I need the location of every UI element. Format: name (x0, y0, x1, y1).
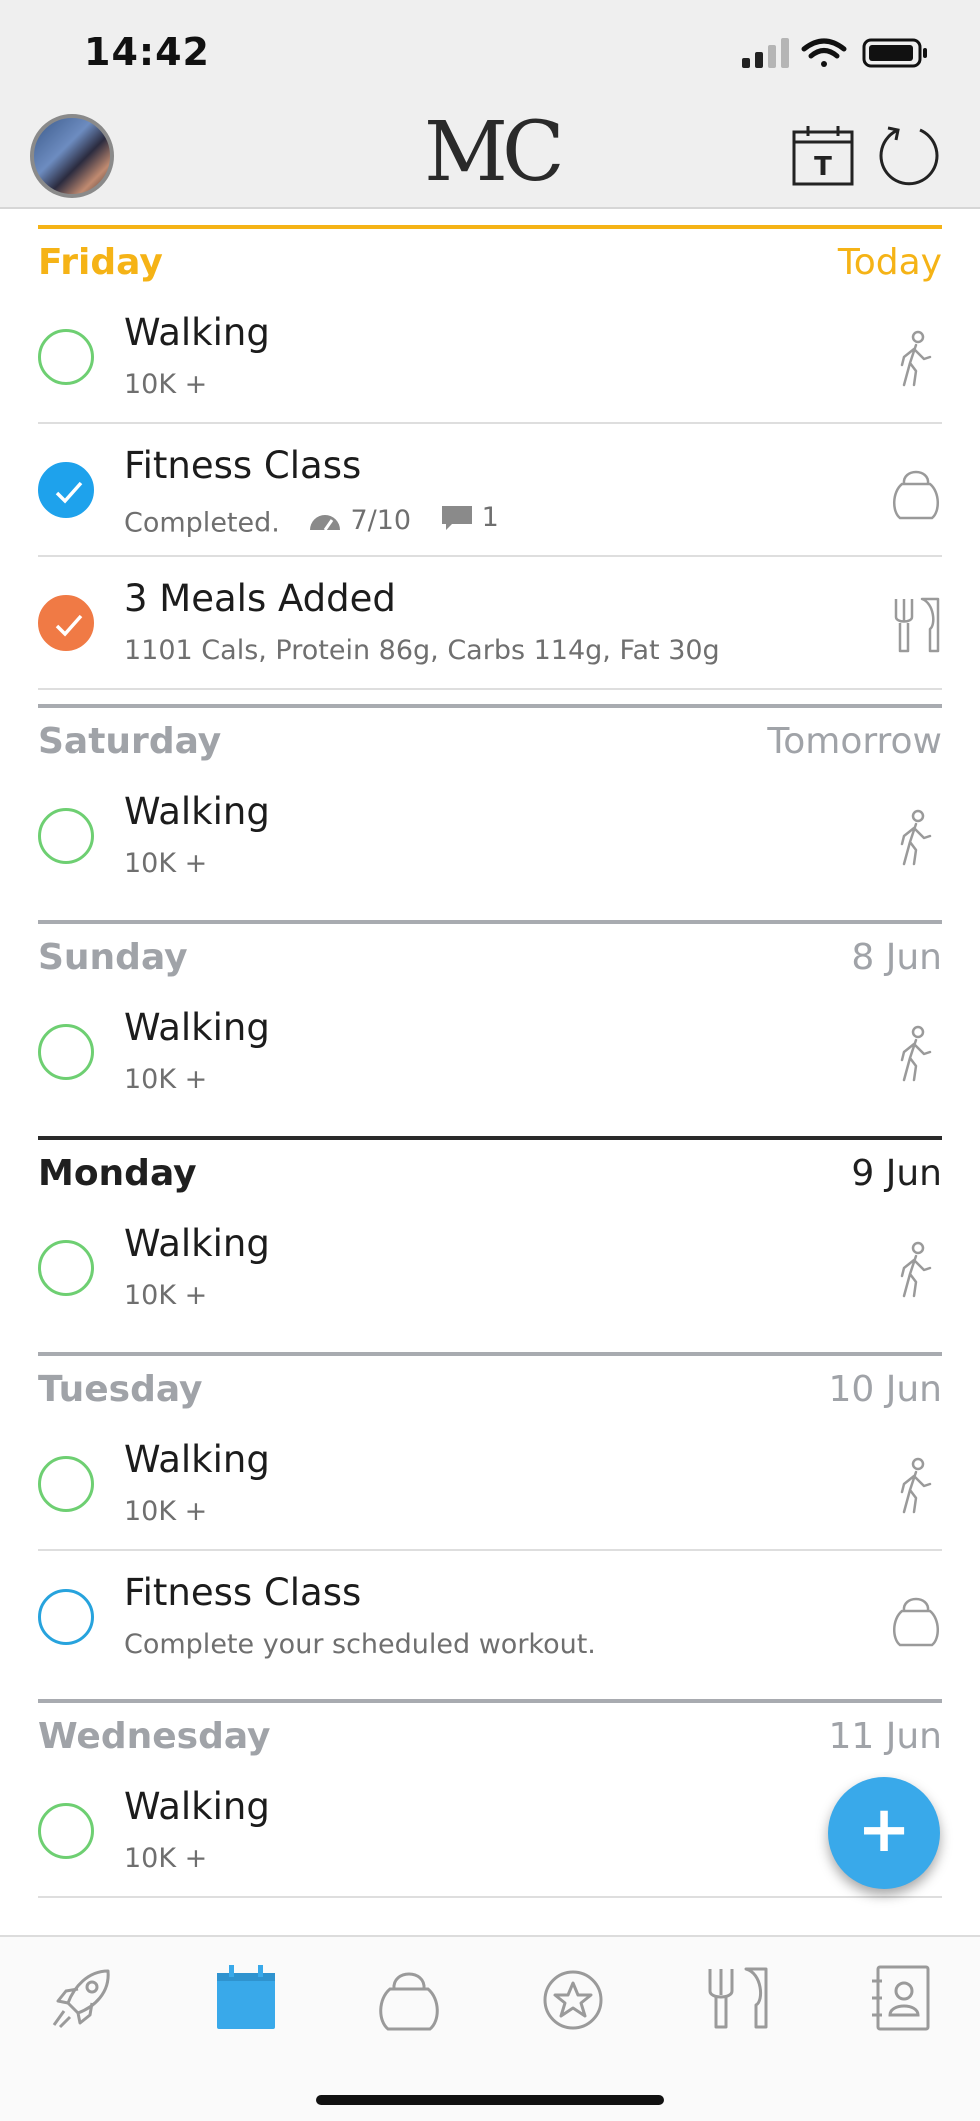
home-indicator[interactable] (316, 2095, 664, 2105)
item-title: 3 Meals Added (124, 577, 396, 620)
walking-icon (900, 809, 932, 866)
day-header: Sunday 8 Jun (38, 920, 942, 986)
incomplete-check-circle[interactable] (38, 1456, 94, 1512)
day-date: 10 Jun (828, 1368, 942, 1410)
item-subtitle: 10K + (124, 848, 208, 879)
checkmark-icon (55, 614, 83, 637)
item-title: Fitness Class (124, 444, 362, 487)
status-time: 14:42 (84, 30, 210, 74)
completion-status: Completed. (124, 507, 280, 539)
walking-icon (900, 330, 932, 387)
rocket-icon[interactable] (48, 1963, 118, 2033)
list-item-fitness-class[interactable]: Fitness Class Completed. 7/10 1 (38, 424, 942, 557)
day-date: 11 Jun (828, 1715, 942, 1757)
fork-knife-icon (894, 597, 940, 653)
item-subtitle: Complete your scheduled workout. (124, 1629, 596, 1660)
kettlebell-icon[interactable] (374, 1963, 444, 2033)
day-section-wednesday: Wednesday 11 Jun Walking 10K + (38, 1699, 942, 1898)
day-name: Sunday (38, 936, 188, 978)
list-item-walking[interactable]: Walking 10K + (38, 291, 942, 424)
item-title: Fitness Class (124, 1571, 362, 1614)
list-item-meals[interactable]: 3 Meals Added 1101 Cals, Protein 86g, Ca… (38, 557, 942, 690)
item-title: Walking (124, 1785, 270, 1828)
list-item-fitness-class[interactable]: Fitness Class Complete your scheduled wo… (38, 1551, 942, 1699)
effort-rating: 7/10 (308, 505, 411, 536)
today-calendar-button[interactable]: T (790, 122, 856, 188)
completed-check-circle[interactable] (38, 595, 94, 651)
completed-check-circle[interactable] (38, 462, 94, 518)
app-header: 14:42 MC T (0, 0, 980, 209)
fork-knife-icon[interactable] (702, 1963, 772, 2033)
add-button[interactable]: + (828, 1777, 940, 1889)
list-item-walking[interactable]: Walking 10K + (38, 1418, 942, 1551)
day-section-monday: Monday 9 Jun Walking 10K + (38, 1136, 942, 1352)
day-name: Wednesday (38, 1715, 271, 1757)
walking-icon (900, 1241, 932, 1298)
day-date: Today (837, 241, 942, 283)
walking-icon (900, 1457, 932, 1514)
calendar-icon[interactable] (211, 1963, 281, 2033)
day-header: Monday 9 Jun (38, 1136, 942, 1202)
list-item-walking[interactable]: Walking 10K + (38, 986, 942, 1136)
schedule-list[interactable]: Friday Today Walking 10K + Fitness Class… (0, 209, 980, 1935)
item-title: Walking (124, 1222, 270, 1265)
comment-count[interactable]: 1 (440, 502, 499, 533)
day-date: 8 Jun (851, 936, 942, 978)
signal-icon (742, 38, 789, 68)
kettlebell-icon (893, 470, 939, 520)
item-subtitle: 10K + (124, 1496, 208, 1527)
item-subtitle: Completed. 7/10 1 (124, 502, 499, 539)
item-title: Walking (124, 311, 270, 354)
item-subtitle: 10K + (124, 1064, 208, 1095)
item-title: Walking (124, 1006, 270, 1049)
item-title: Walking (124, 1438, 270, 1481)
day-header: Wednesday 11 Jun (38, 1699, 942, 1765)
day-name: Saturday (38, 720, 222, 762)
battery-icon (862, 38, 927, 68)
tab-bar (0, 1935, 980, 2121)
day-section-saturday: Saturday Tomorrow Walking 10K + (38, 704, 942, 920)
incomplete-check-circle[interactable] (38, 1803, 94, 1859)
incomplete-check-circle[interactable] (38, 808, 94, 864)
today-letter: T (814, 152, 832, 182)
brand-logo: MC (424, 105, 565, 204)
day-date: 9 Jun (851, 1152, 942, 1194)
list-item-walking[interactable]: Walking 10K + (38, 1202, 942, 1352)
incomplete-check-circle[interactable] (38, 329, 94, 385)
day-section-friday: Friday Today Walking 10K + Fitness Class… (38, 225, 942, 690)
day-header: Saturday Tomorrow (38, 704, 942, 770)
incomplete-check-circle[interactable] (38, 1024, 94, 1080)
list-item-walking[interactable]: Walking 10K + (38, 770, 942, 920)
status-icons (742, 38, 927, 68)
item-subtitle: 10K + (124, 1280, 208, 1311)
day-section-sunday: Sunday 8 Jun Walking 10K + (38, 920, 942, 1136)
day-header: Tuesday 10 Jun (38, 1352, 942, 1418)
incomplete-check-circle[interactable] (38, 1589, 94, 1645)
incomplete-check-circle[interactable] (38, 1240, 94, 1296)
logo-monogram: MC (424, 105, 565, 200)
gauge-icon (310, 514, 341, 531)
day-name: Tuesday (38, 1368, 203, 1410)
day-header: Friday Today (38, 225, 942, 291)
kettlebell-icon (893, 1597, 939, 1647)
day-date: Tomorrow (767, 720, 942, 762)
item-title: Walking (124, 790, 270, 833)
walking-icon (900, 1025, 932, 1082)
star-badge-icon[interactable] (538, 1963, 608, 2033)
plus-icon: + (857, 1793, 911, 1867)
comment-icon (441, 505, 472, 530)
day-section-tuesday: Tuesday 10 Jun Walking 10K + Fitness Cla… (38, 1352, 942, 1699)
day-name: Monday (38, 1152, 197, 1194)
item-subtitle: 10K + (124, 369, 208, 400)
refresh-icon[interactable] (876, 122, 942, 188)
checkmark-icon (55, 481, 83, 504)
item-subtitle: 10K + (124, 1843, 208, 1874)
contacts-book-icon[interactable] (866, 1963, 936, 2033)
wifi-icon (801, 38, 847, 67)
profile-avatar[interactable] (30, 114, 114, 198)
day-name: Friday (38, 241, 163, 283)
list-item-walking[interactable]: Walking 10K + (38, 1765, 942, 1898)
item-subtitle: 1101 Cals, Protein 86g, Carbs 114g, Fat … (124, 635, 720, 666)
